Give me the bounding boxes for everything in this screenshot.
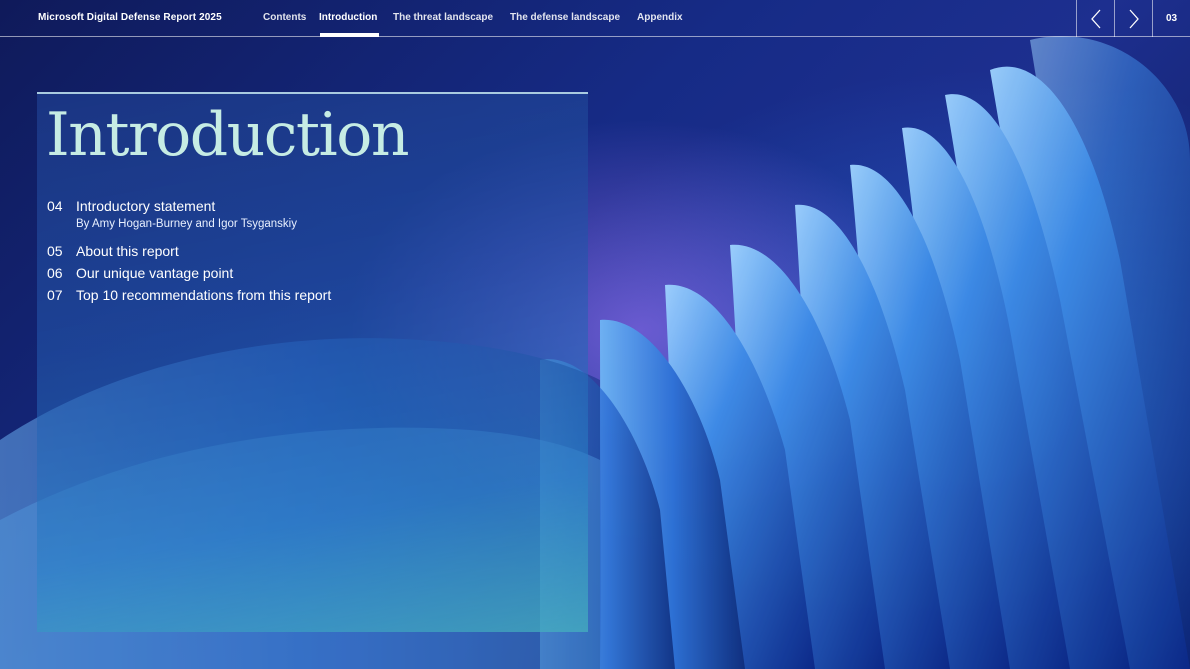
nav-threat-landscape[interactable]: The threat landscape (393, 12, 493, 23)
toc-page-number: 04 (47, 198, 63, 214)
nav-contents[interactable]: Contents (263, 12, 306, 23)
chevron-right-icon (1129, 9, 1139, 28)
toc-byline: By Amy Hogan-Burney and Igor Tsyganskiy (76, 218, 297, 230)
toc-item[interactable]: 04 Introductory statement (47, 196, 567, 216)
toc-item[interactable]: 07 Top 10 recommendations from this repo… (47, 285, 567, 305)
top-navigation-bar: Microsoft Digital Defense Report 2025 Co… (0, 0, 1190, 37)
section-toc: 04 Introductory statement By Amy Hogan-B… (47, 196, 567, 305)
toc-entry[interactable]: 04 Introductory statement By Amy Hogan-B… (47, 196, 567, 232)
active-nav-indicator (320, 33, 379, 37)
toc-label: About this report (76, 243, 179, 259)
toc-item[interactable]: 06 Our unique vantage point (47, 263, 567, 283)
nav-defense-landscape[interactable]: The defense landscape (510, 12, 620, 23)
page-number: 03 (1152, 0, 1190, 37)
chevron-left-icon (1090, 9, 1100, 28)
nav-introduction[interactable]: Introduction (319, 12, 377, 23)
nav-appendix[interactable]: Appendix (637, 12, 683, 23)
report-title: Microsoft Digital Defense Report 2025 (38, 12, 222, 23)
toc-page-number: 07 (47, 287, 63, 303)
report-page: Microsoft Digital Defense Report 2025 Co… (0, 0, 1190, 669)
section-panel: Introduction 04 Introductory statement B… (37, 92, 588, 632)
toc-label: Our unique vantage point (76, 265, 234, 281)
toc-item[interactable]: 05 About this report (47, 241, 567, 261)
section-title: Introduction (46, 100, 409, 170)
toc-label: Top 10 recommendations from this report (76, 287, 332, 303)
toc-page-number: 05 (47, 243, 63, 259)
next-page-button[interactable] (1114, 0, 1152, 37)
toc-page-number: 06 (47, 265, 63, 281)
previous-page-button[interactable] (1076, 0, 1114, 37)
toc-label: Introductory statement (76, 198, 216, 214)
